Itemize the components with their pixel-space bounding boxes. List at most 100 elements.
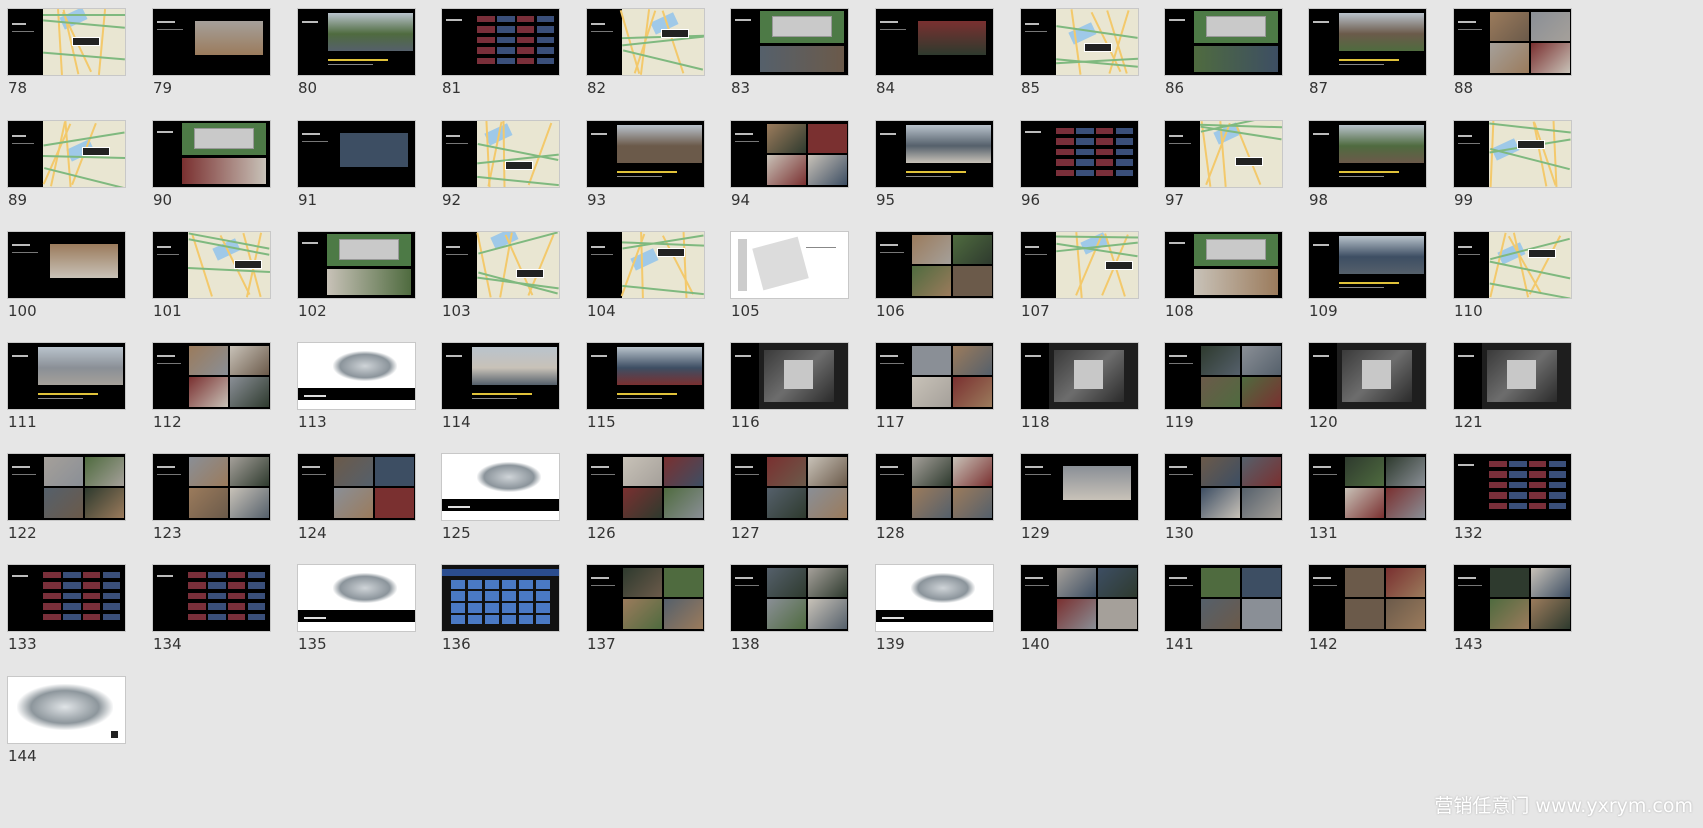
slide-preview-image[interactable]: [1453, 231, 1572, 299]
slide-preview-image[interactable]: [7, 120, 126, 188]
slide-number: 105: [731, 302, 760, 320]
slide-number: 113: [298, 413, 327, 431]
slide-preview-image[interactable]: [875, 342, 994, 410]
slide-preview-image[interactable]: [441, 342, 560, 410]
slide-preview-image[interactable]: [586, 8, 705, 76]
slide-preview-image[interactable]: [1308, 453, 1427, 521]
slide-number: 106: [876, 302, 905, 320]
slide-number: 125: [442, 524, 471, 542]
slide-number: 134: [153, 635, 182, 653]
slide-preview-image[interactable]: [586, 564, 705, 632]
slide-number: 144: [8, 747, 37, 765]
slide-preview-image[interactable]: [297, 342, 416, 410]
slide-number: 137: [587, 635, 616, 653]
slide-preview-image[interactable]: [1308, 342, 1427, 410]
slide-number: 119: [1165, 413, 1194, 431]
slide-preview-image[interactable]: [730, 231, 849, 299]
slide-preview-image[interactable]: [7, 676, 126, 744]
slide-preview-image[interactable]: [152, 453, 271, 521]
slide-number: 136: [442, 635, 471, 653]
slide-number: 120: [1309, 413, 1338, 431]
slide-preview-image[interactable]: [875, 453, 994, 521]
slide-preview-image[interactable]: [7, 231, 126, 299]
slide-preview-image[interactable]: [1020, 564, 1139, 632]
slide-preview-image[interactable]: [152, 120, 271, 188]
slide-preview-image[interactable]: [441, 120, 560, 188]
slide-preview-image[interactable]: [1020, 231, 1139, 299]
slide-preview-image[interactable]: [7, 342, 126, 410]
slide-number: 85: [1021, 79, 1041, 97]
slide-preview-image[interactable]: [586, 453, 705, 521]
slide-preview-image[interactable]: [297, 8, 416, 76]
slide-preview-image[interactable]: [1164, 342, 1283, 410]
slide-preview-image[interactable]: [730, 8, 849, 76]
slide-preview-image[interactable]: [1453, 120, 1572, 188]
slide-number: 92: [442, 191, 462, 209]
slide-preview-image[interactable]: [1020, 342, 1139, 410]
slide-preview-image[interactable]: [1020, 120, 1139, 188]
slide-preview-image[interactable]: [297, 231, 416, 299]
slide-sorter-grid: 78 79 80 81 82 83 84 85 86 87 88 89 90 91 92 93 94 95 96 97…: [0, 0, 1703, 828]
slide-preview-image[interactable]: [875, 8, 994, 76]
slide-preview-image[interactable]: [1453, 453, 1572, 521]
slide-number: 135: [298, 635, 327, 653]
slide-preview-image[interactable]: [1308, 231, 1427, 299]
slide-number: 79: [153, 79, 173, 97]
slide-number: 139: [876, 635, 905, 653]
slide-preview-image[interactable]: [586, 342, 705, 410]
slide-preview-image[interactable]: [875, 231, 994, 299]
slide-preview-image[interactable]: [7, 453, 126, 521]
slide-preview-image[interactable]: [1308, 564, 1427, 632]
slide-preview-image[interactable]: [1164, 8, 1283, 76]
slide-preview-image[interactable]: [1164, 231, 1283, 299]
slide-preview-image[interactable]: [1164, 453, 1283, 521]
slide-preview-image[interactable]: [1164, 564, 1283, 632]
slide-number: 115: [587, 413, 616, 431]
slide-preview-image[interactable]: [730, 564, 849, 632]
slide-preview-image[interactable]: [297, 453, 416, 521]
slide-number: 126: [587, 524, 616, 542]
slide-preview-image[interactable]: [1453, 8, 1572, 76]
slide-preview-image[interactable]: [875, 564, 994, 632]
slide-preview-image[interactable]: [730, 342, 849, 410]
slide-preview-image[interactable]: [1453, 342, 1572, 410]
slide-preview-image[interactable]: [441, 453, 560, 521]
slide-preview-image[interactable]: [730, 453, 849, 521]
slide-preview-image[interactable]: [441, 8, 560, 76]
slide-preview-image[interactable]: [7, 564, 126, 632]
slide-number: 103: [442, 302, 471, 320]
slide-number: 90: [153, 191, 173, 209]
slide-number: 94: [731, 191, 751, 209]
slide-number: 142: [1309, 635, 1338, 653]
slide-number: 122: [8, 524, 37, 542]
slide-number: 133: [8, 635, 37, 653]
slide-preview-image[interactable]: [152, 342, 271, 410]
slide-preview-image[interactable]: [586, 231, 705, 299]
slide-number: 102: [298, 302, 327, 320]
slide-preview-image[interactable]: [441, 564, 560, 632]
slide-preview-image[interactable]: [152, 564, 271, 632]
slide-number: 112: [153, 413, 182, 431]
slide-number: 114: [442, 413, 471, 431]
slide-preview-image[interactable]: [297, 564, 416, 632]
slide-number: 97: [1165, 191, 1185, 209]
slide-preview-image[interactable]: [730, 120, 849, 188]
slide-preview-image[interactable]: [1453, 564, 1572, 632]
slide-preview-image[interactable]: [297, 120, 416, 188]
slide-number: 123: [153, 524, 182, 542]
slide-preview-image[interactable]: [1164, 120, 1283, 188]
slide-preview-image[interactable]: [1020, 8, 1139, 76]
slide-preview-image[interactable]: [152, 231, 271, 299]
slide-preview-image[interactable]: [152, 8, 271, 76]
slide-number: 110: [1454, 302, 1483, 320]
slide-preview-image[interactable]: [1308, 120, 1427, 188]
slide-preview-image[interactable]: [586, 120, 705, 188]
slide-number: 108: [1165, 302, 1194, 320]
slide-number: 99: [1454, 191, 1474, 209]
slide-preview-image[interactable]: [441, 231, 560, 299]
slide-number: 88: [1454, 79, 1474, 97]
slide-preview-image[interactable]: [875, 120, 994, 188]
slide-preview-image[interactable]: [1308, 8, 1427, 76]
slide-preview-image[interactable]: [1020, 453, 1139, 521]
slide-preview-image[interactable]: [7, 8, 126, 76]
